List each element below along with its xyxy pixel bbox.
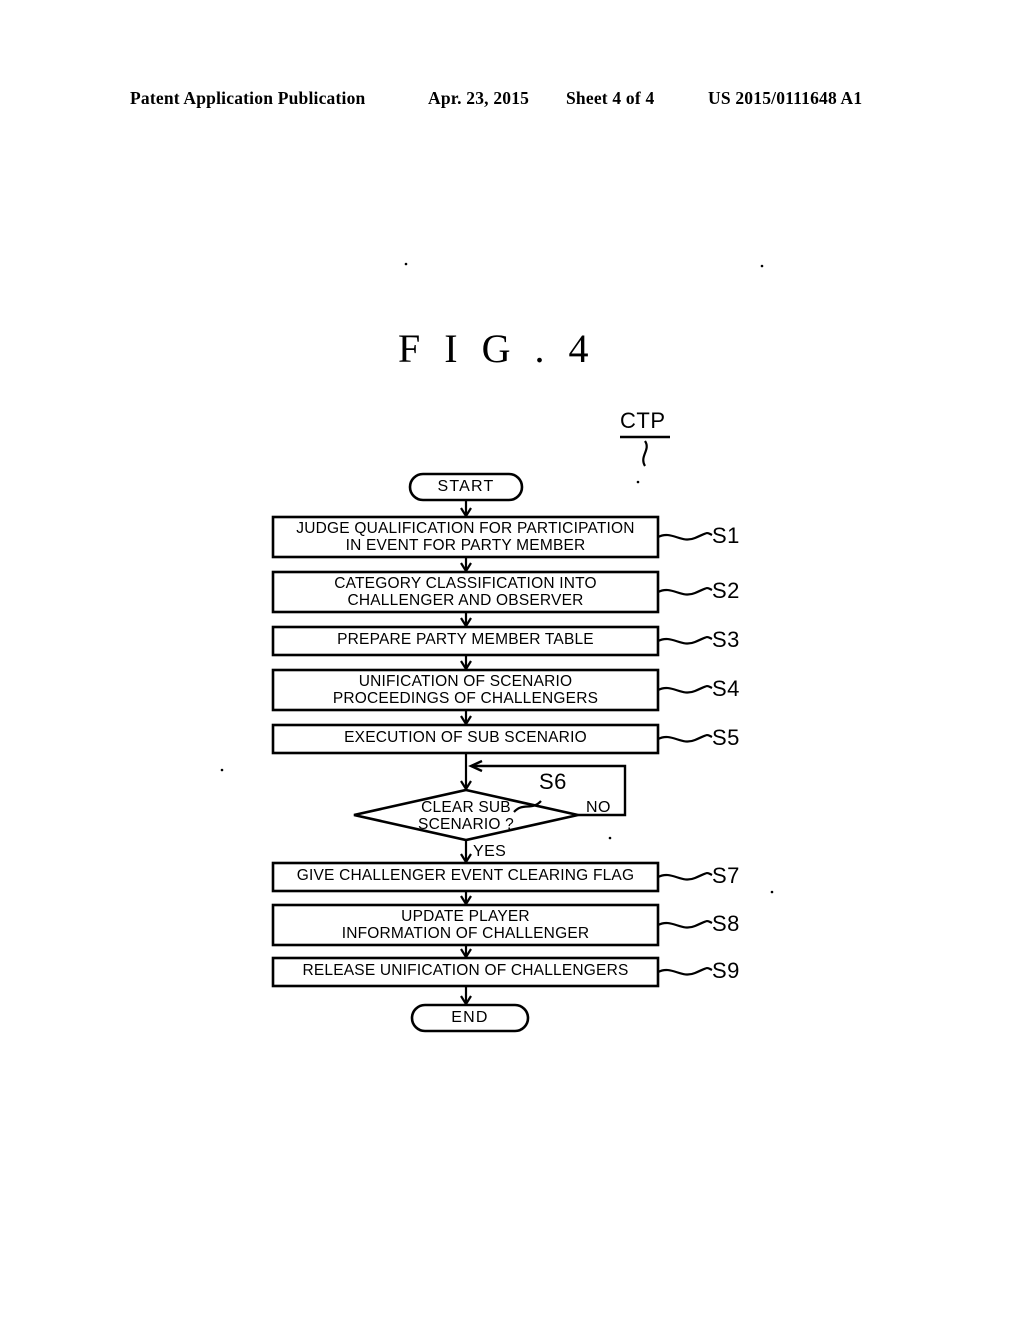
step-tag-s1: S1 — [712, 523, 740, 548]
leader-line-s7 — [657, 871, 713, 881]
scan-speckle — [636, 480, 640, 484]
leader-line-s1 — [657, 531, 713, 541]
ctp-leader-line — [642, 440, 648, 467]
step-label-s7: GIVE CHALLENGER EVENT CLEARING FLAG — [296, 867, 635, 884]
step-label-s6: CLEAR SUB SCENARIO ? — [418, 799, 514, 833]
scan-speckle — [608, 836, 612, 840]
step-tag-s9: S9 — [712, 958, 740, 983]
reference-label-ctp: CTP — [620, 408, 666, 433]
step-tag-s2: S2 — [712, 578, 740, 603]
leader-line-s9 — [657, 966, 713, 976]
end-terminal-label: END — [451, 1009, 489, 1026]
step-tag-s6: S6 — [539, 769, 567, 794]
leader-line-s3 — [657, 635, 713, 645]
branch-label-no: NO — [586, 799, 611, 816]
leader-line-s5 — [657, 733, 713, 743]
step-label-s1: JUDGE QUALIFICATION FOR PARTICIPATION IN… — [296, 520, 635, 554]
step-tag-s3: S3 — [712, 627, 740, 652]
step-tag-s4: S4 — [712, 676, 740, 701]
step-label-s5: EXECUTION OF SUB SCENARIO — [344, 729, 587, 746]
leader-line-s8 — [657, 919, 713, 929]
scan-speckle — [760, 264, 764, 268]
step-label-s4: UNIFICATION OF SCENARIO PROCEEDINGS OF C… — [332, 673, 599, 707]
step-label-s8: UPDATE PLAYER INFORMATION OF CHALLENGER — [341, 908, 590, 942]
step-label-s9: RELEASE UNIFICATION OF CHALLENGERS — [302, 962, 629, 979]
step-tag-s7: S7 — [712, 863, 740, 888]
branch-label-yes: YES — [473, 843, 507, 860]
scan-speckle — [770, 890, 774, 894]
scan-speckle — [220, 768, 224, 772]
start-terminal-label: START — [437, 478, 495, 495]
step-label-s2: CATEGORY CLASSIFICATION INTO CHALLENGER … — [334, 575, 597, 609]
scan-speckle — [404, 262, 408, 266]
flowchart-diagram: CTP START END JUDGE QUALIFICATION FOR PA… — [0, 0, 1024, 1320]
step-tag-s8: S8 — [712, 911, 740, 936]
step-tag-s5: S5 — [712, 725, 740, 750]
flowchart-geometry — [220, 262, 774, 1033]
leader-line-s2 — [657, 586, 713, 596]
leader-line-s4 — [657, 684, 713, 694]
step-label-s3: PREPARE PARTY MEMBER TABLE — [337, 631, 594, 648]
